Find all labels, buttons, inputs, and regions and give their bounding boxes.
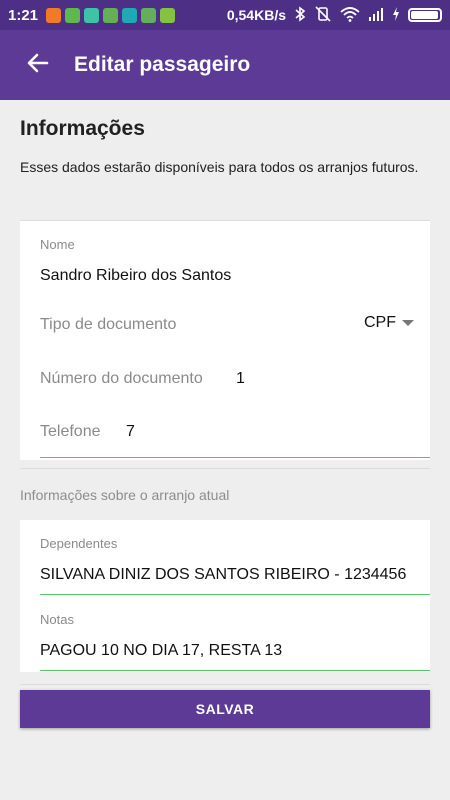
save-button[interactable]: SALVAR — [20, 690, 430, 728]
section-title: Informações — [20, 117, 145, 140]
charging-icon — [392, 6, 400, 24]
battery-level — [411, 11, 438, 19]
notes-field[interactable]: PAGOU 10 NO DIA 17, RESTA 13 — [40, 642, 282, 660]
passenger-info-card: Nome Sandro Ribeiro dos Santos Tipo de d… — [20, 220, 430, 460]
play-store-icon — [84, 7, 100, 23]
arrangement-card: Dependentes SILVANA DINIZ DOS SANTOS RIB… — [20, 520, 430, 672]
signal-icon — [368, 7, 384, 24]
maps-icon — [103, 7, 119, 23]
network-speed: 0,54KB/s — [226, 7, 286, 23]
bottom-divider — [20, 684, 430, 685]
doc-type-value: CPF — [364, 314, 396, 331]
section-divider — [20, 468, 430, 469]
arrow-back-icon — [27, 52, 49, 79]
status-right: 0,54KB/s — [226, 5, 442, 25]
vibrate-off-icon — [314, 5, 332, 25]
doc-number-field[interactable]: 1 — [236, 370, 245, 388]
orange-app-icon — [46, 7, 62, 23]
dependents-underline — [40, 594, 430, 595]
phone-field[interactable]: 7 — [126, 423, 135, 441]
doc-type-select[interactable]: CPF — [364, 314, 414, 332]
battery-icon — [408, 8, 442, 22]
notes-underline — [40, 670, 430, 671]
android-app-icon — [160, 7, 176, 23]
notes-label: Notas — [40, 612, 74, 627]
doc-number-label: Número do documento — [40, 370, 203, 387]
bluetooth-icon — [294, 5, 306, 25]
status-time: 1:21 — [8, 6, 39, 24]
app-bar: Editar passageiro — [0, 30, 450, 100]
notification-icons — [46, 7, 176, 23]
dependents-label: Dependentes — [40, 536, 118, 551]
wifi-icon — [340, 6, 360, 25]
green-app-icon — [65, 7, 81, 23]
dropdown-arrow-icon — [402, 320, 414, 326]
maps-icon-2 — [141, 7, 157, 23]
doc-type-label: Tipo de documento — [40, 316, 177, 333]
arrangement-section-title: Informações sobre o arranjo atual — [20, 487, 230, 503]
page-title: Editar passageiro — [74, 53, 251, 76]
phone-label: Telefone — [40, 423, 101, 440]
section-description: Esses dados estarão disponíveis para tod… — [20, 159, 419, 175]
phone-field-underline — [40, 457, 430, 458]
dependents-field[interactable]: SILVANA DINIZ DOS SANTOS RIBEIRO - 12344… — [40, 566, 406, 584]
back-button[interactable] — [0, 30, 76, 100]
status-bar: 1:21 0,54KB/s — [0, 0, 450, 30]
name-label: Nome — [40, 237, 75, 252]
teal-app-icon — [122, 7, 138, 23]
name-field[interactable]: Sandro Ribeiro dos Santos — [40, 267, 231, 285]
